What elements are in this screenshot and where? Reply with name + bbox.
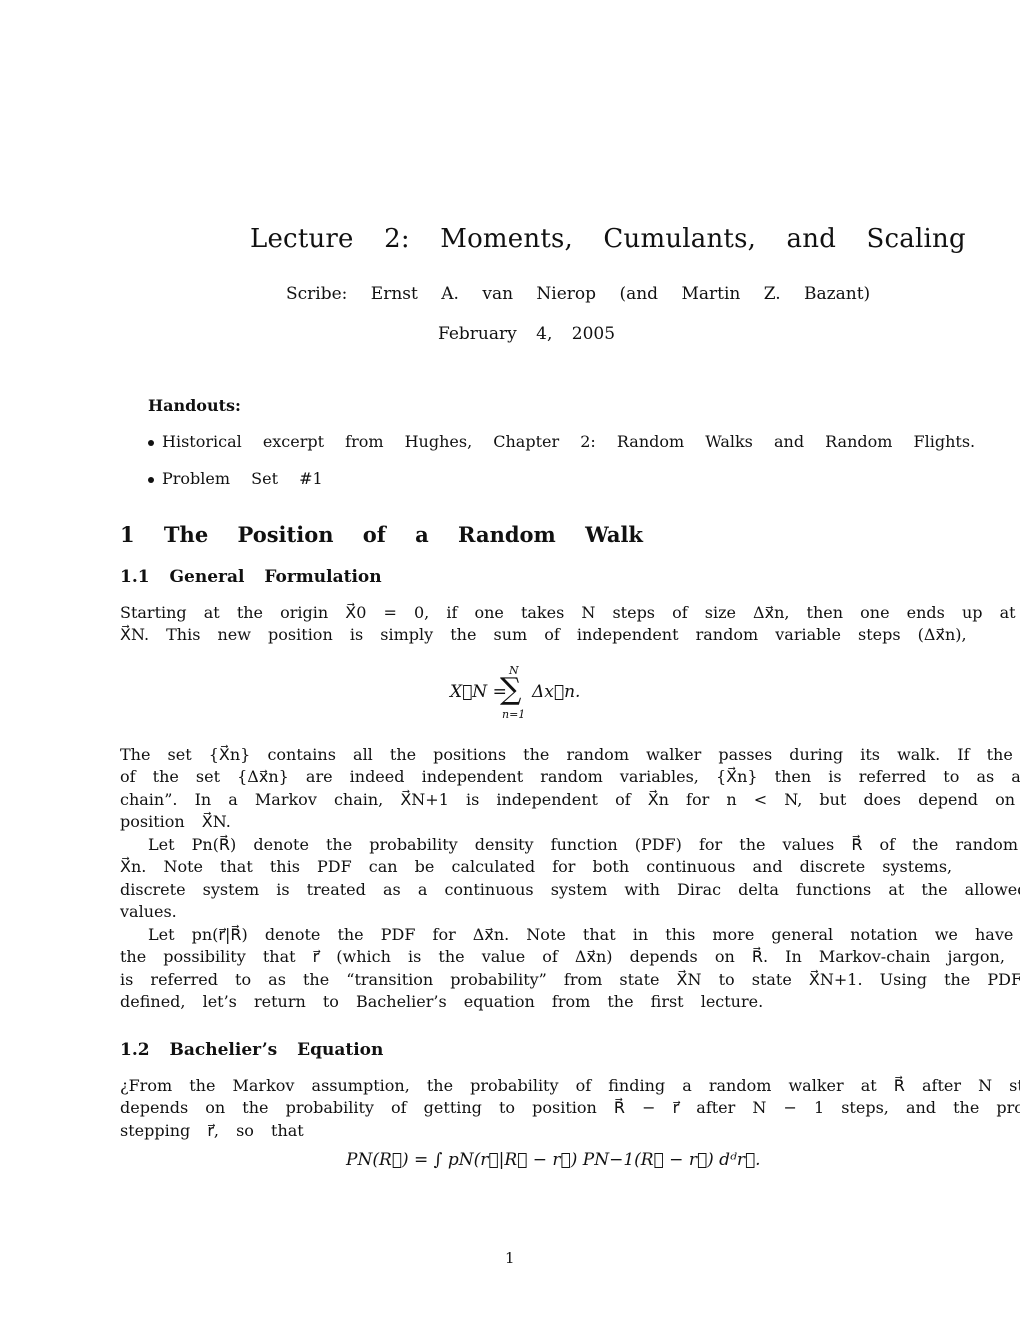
- paragraph-line: Let Pn(R⃗) denote the probability densit…: [148, 835, 1020, 854]
- paragraph-line: defined, let’s return to Bachelier’s equ…: [120, 992, 764, 1011]
- sum-lower-limit: n=1: [502, 708, 526, 721]
- equation-lhs: X⃗N =: [450, 682, 507, 702]
- paragraph-line: values.: [120, 902, 177, 921]
- paragraph-line: Let pn(r⃗|R⃗) denote the PDF for Δx⃗n. N…: [148, 925, 1020, 944]
- handout-item: Problem Set #1: [148, 469, 323, 488]
- paragraph-line: Starting at the origin X⃗0 = 0, if one t…: [120, 603, 1020, 622]
- paragraph-line: discrete system is treated as a continuo…: [120, 880, 1020, 899]
- equation-sum: X⃗N = N ∑ n=1 Δx⃗n.: [450, 664, 590, 724]
- handout-text: Historical excerpt from Hughes, Chapter …: [162, 432, 976, 451]
- bullet-icon: [148, 439, 154, 446]
- paragraph-line: of the set {Δx⃗n} are indeed independent…: [120, 767, 1020, 786]
- sum-symbol: ∑: [500, 672, 522, 707]
- handouts-heading: Handouts:: [148, 396, 241, 415]
- page-number: 1: [505, 1249, 515, 1267]
- paragraph-line: position X⃗N.: [120, 812, 231, 831]
- paragraph-line: is referred to as the “transition probab…: [120, 970, 1020, 989]
- paragraph-line: chain”. In a Markov chain, X⃗N+1 is inde…: [120, 790, 1020, 809]
- bullet-icon: [148, 476, 154, 483]
- lecture-date: February 4, 2005: [438, 324, 616, 344]
- subsection-heading: 1.2 Bachelier’s Equation: [120, 1040, 384, 1060]
- scribe-line: Scribe: Ernst A. van Nierop (and Martin …: [286, 284, 871, 304]
- paragraph-line: ¿From the Markov assumption, the probabi…: [120, 1076, 1020, 1095]
- bachelier-equation: PN(R⃗) = ∫ pN(r⃗|R⃗ − r⃗) PN−1(R⃗ − r⃗) …: [346, 1150, 761, 1170]
- paragraph-line: The set {X⃗n} contains all the positions…: [120, 745, 1013, 764]
- paragraph-line: X⃗N. This new position is simply the sum…: [120, 625, 967, 644]
- paragraph-line: depends on the probability of getting to…: [120, 1098, 1020, 1117]
- handout-item: Historical excerpt from Hughes, Chapter …: [148, 432, 975, 451]
- paragraph-line: X⃗n. Note that this PDF can be calculate…: [120, 857, 953, 876]
- paragraph-line: stepping r⃗, so that: [120, 1121, 304, 1140]
- paragraph-line: the possibility that r⃗ (which is the va…: [120, 947, 1020, 966]
- lecture-title: Lecture 2: Moments, Cumulants, and Scali…: [250, 224, 966, 254]
- section-heading: 1 The Position of a Random Walk: [120, 522, 643, 547]
- equation-rhs: Δx⃗n.: [532, 682, 581, 702]
- handout-text: Problem Set #1: [162, 469, 323, 488]
- subsection-heading: 1.1 General Formulation: [120, 567, 382, 587]
